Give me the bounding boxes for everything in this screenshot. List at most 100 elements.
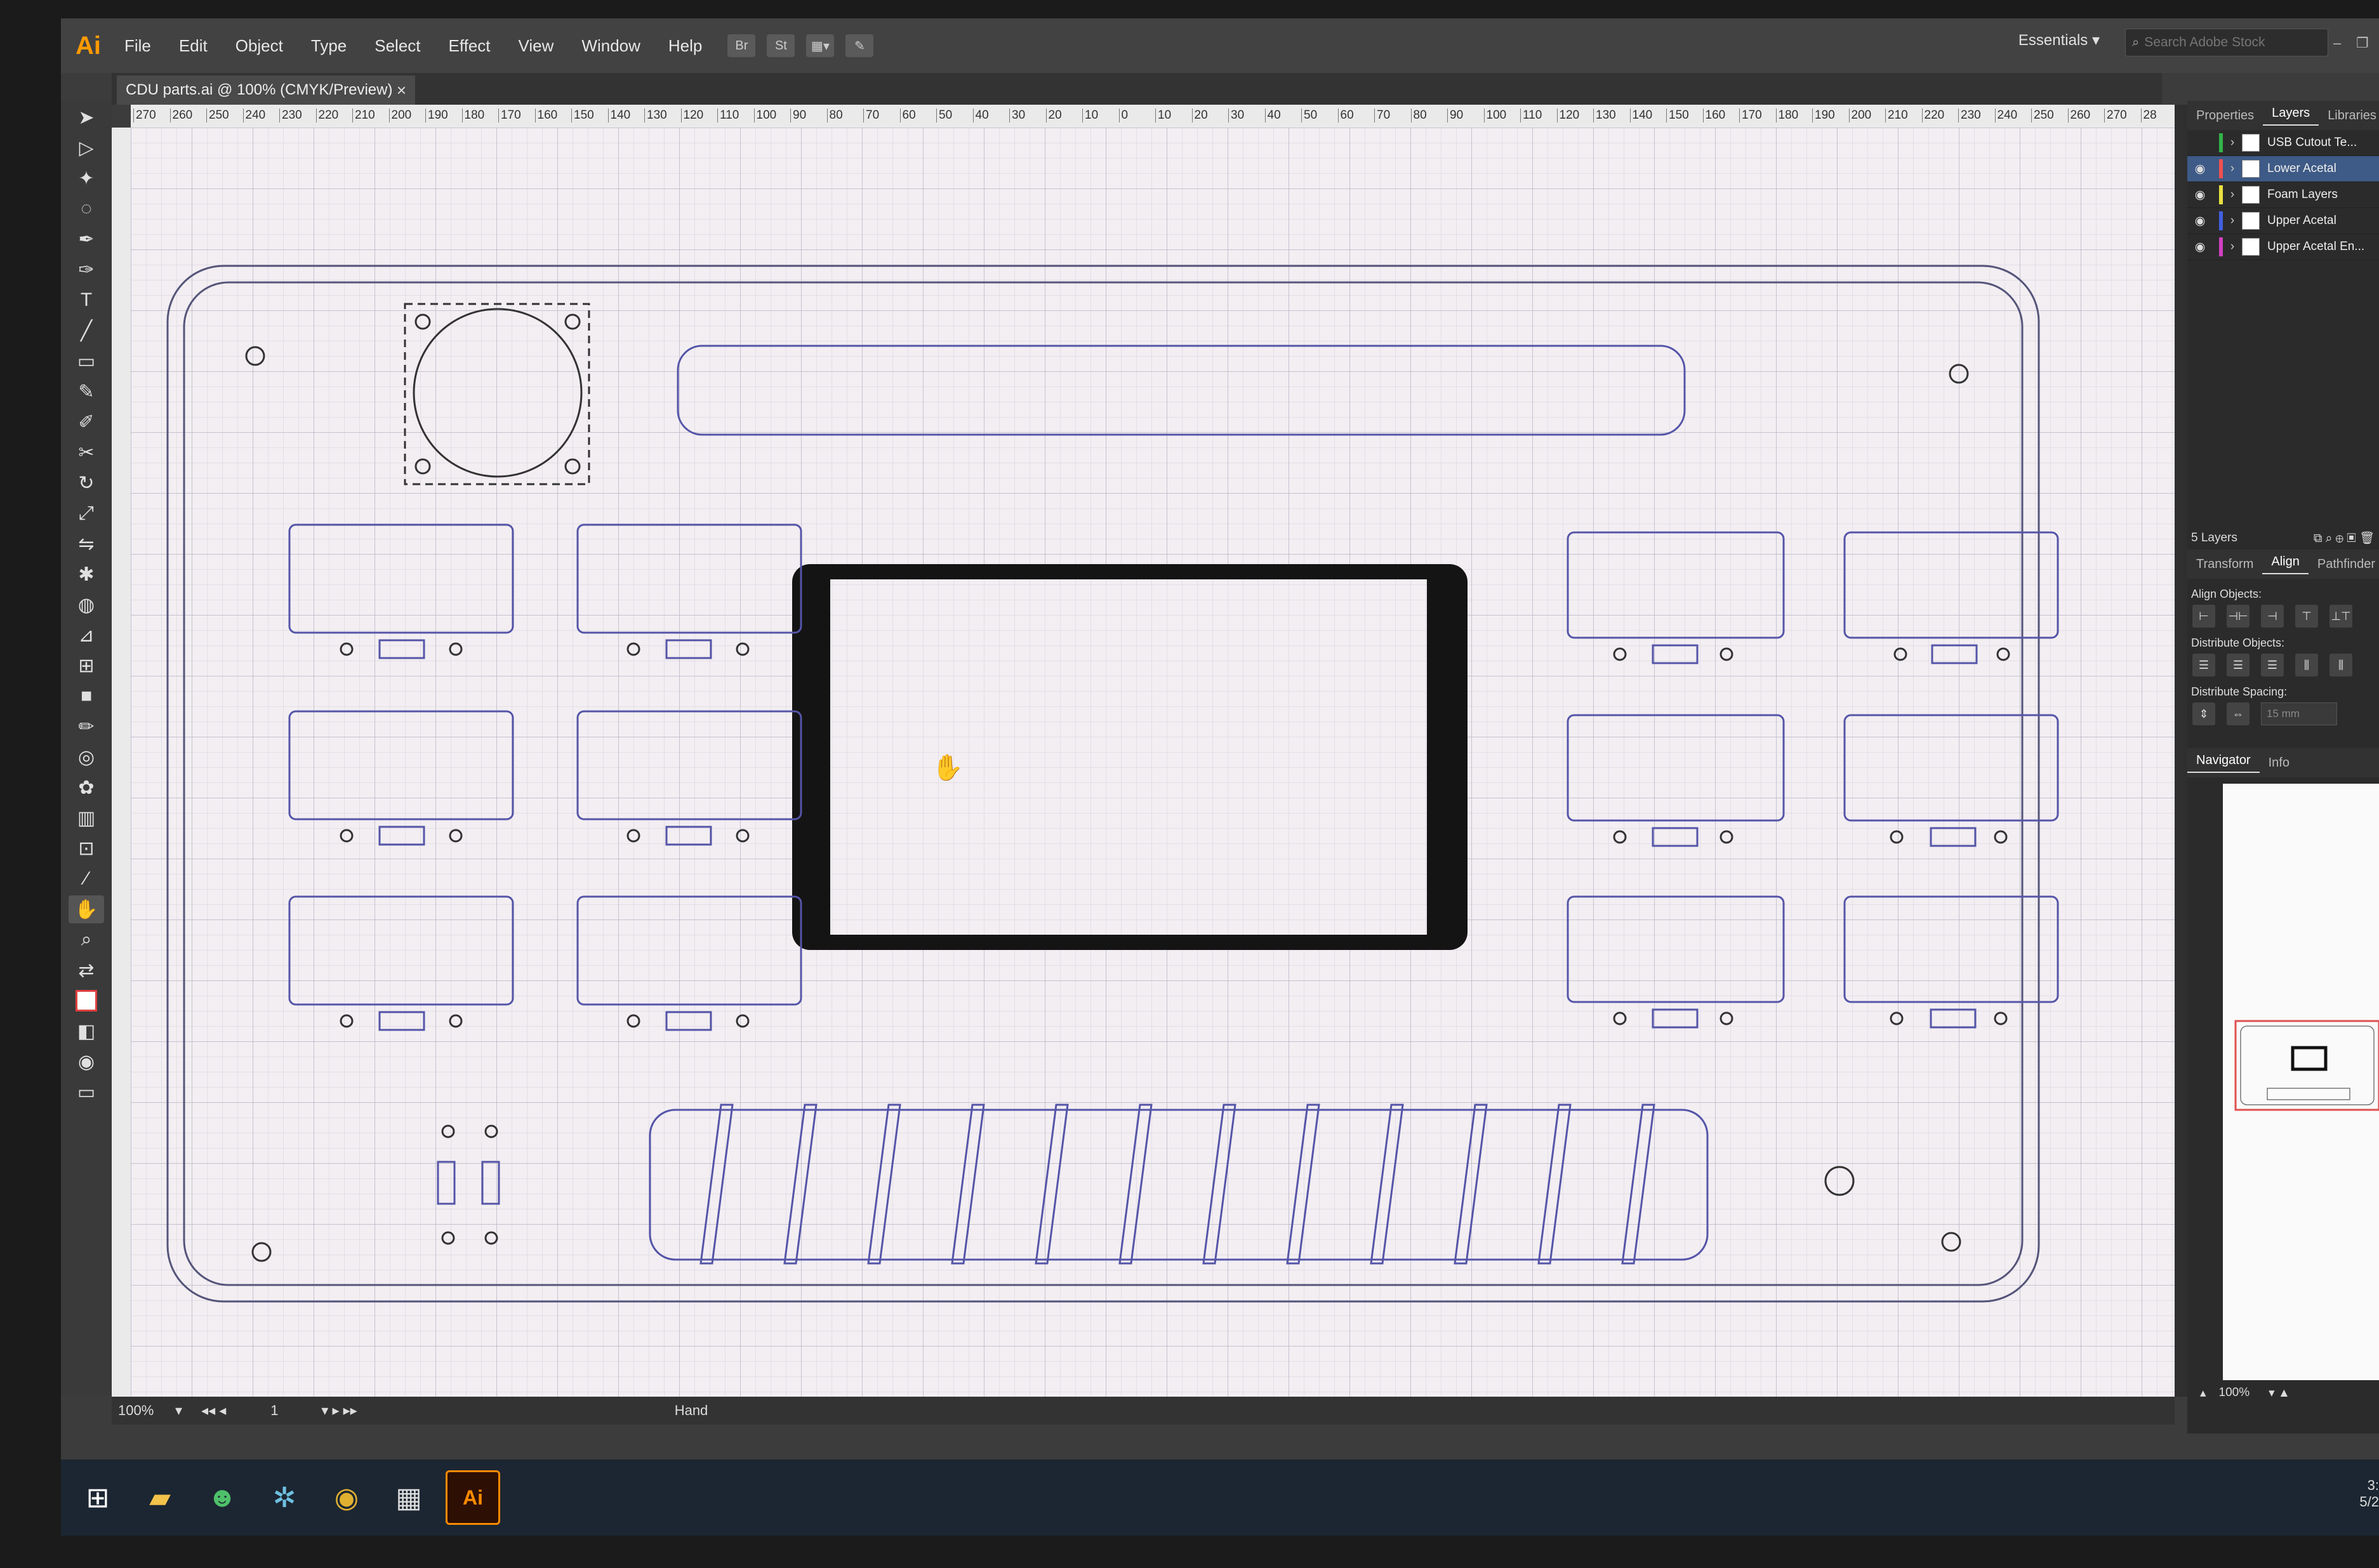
layer-row[interactable]: ◉ › Upper Acetal <box>2187 208 2379 234</box>
stock-search-input[interactable] <box>2143 34 2311 51</box>
zoom-level[interactable]: 100% <box>118 1402 175 1419</box>
eye-icon[interactable]: ◉ <box>2187 162 2213 176</box>
line-tool-icon[interactable]: ╱ <box>69 317 104 345</box>
menu-window[interactable]: Window <box>567 36 654 56</box>
stock-search-field[interactable]: ⌕ <box>2125 29 2328 56</box>
align-right-icon[interactable]: ⊣ <box>2261 605 2284 628</box>
curvature-tool-icon[interactable]: ✑ <box>69 256 104 284</box>
document-tab[interactable]: CDU parts.ai @ 100% (CMYK/Preview) × <box>117 76 415 105</box>
layer-actions-icon[interactable]: ⧉ ⌕ ⊕ ▣ 🗑 <box>2314 530 2375 546</box>
selection-tool-icon[interactable]: ➤ <box>69 103 104 131</box>
distribute-vcenter-icon[interactable]: ☰ <box>2227 654 2250 676</box>
file-explorer-icon[interactable]: ▰ <box>135 1472 185 1523</box>
app-green-icon[interactable]: ☻ <box>197 1472 248 1523</box>
next-artboard-icon[interactable]: ▾ ▸ ▸▸ <box>321 1402 357 1419</box>
mesh-tool-icon[interactable]: ⊞ <box>69 652 104 680</box>
draw-mode-icon[interactable]: ◉ <box>69 1048 104 1076</box>
shape-builder-tool-icon[interactable]: ◍ <box>69 591 104 619</box>
layer-row[interactable]: ◉ › Foam Layers <box>2187 182 2379 208</box>
menu-help[interactable]: Help <box>654 36 716 56</box>
chevron-right-icon[interactable]: › <box>2223 188 2242 202</box>
layer-row[interactable]: ◉ › Upper Acetal En... <box>2187 234 2379 260</box>
hand-tool-icon[interactable]: ✋ <box>69 895 104 923</box>
menu-effect[interactable]: Effect <box>435 36 505 56</box>
color-mode-icon[interactable]: ◧ <box>69 1017 104 1045</box>
workspace-switcher[interactable]: Essentials ▾ <box>2018 31 2100 49</box>
zoom-out-icon[interactable]: ▴ <box>2200 1386 2206 1400</box>
artboard-canvas[interactable]: ✋ <box>131 128 2175 1397</box>
minimize-icon[interactable]: – <box>2333 35 2351 51</box>
direct-selection-tool-icon[interactable]: ▷ <box>69 134 104 162</box>
stock-button[interactable]: St <box>767 34 795 57</box>
artboard-tool-icon[interactable]: ⊡ <box>69 834 104 862</box>
type-tool-icon[interactable]: T <box>69 286 104 314</box>
eye-icon[interactable]: ◉ <box>2187 188 2213 202</box>
distribute-hcenter-icon[interactable]: ⫼ <box>2329 654 2352 676</box>
windows-start-icon[interactable]: ⊞ <box>72 1472 123 1523</box>
gradient-tool-icon[interactable]: ■ <box>69 682 104 710</box>
distribute-bottom-icon[interactable]: ☰ <box>2261 654 2284 676</box>
artboard-number[interactable]: 1 <box>270 1402 321 1419</box>
align-top-icon[interactable]: ⊤ <box>2295 605 2318 628</box>
scissors-tool-icon[interactable]: ✂ <box>69 438 104 466</box>
rectangle-tool-icon[interactable]: ▭ <box>69 347 104 375</box>
chevron-right-icon[interactable]: › <box>2223 136 2242 150</box>
vertical-scrollbar[interactable] <box>2175 105 2187 1397</box>
zoom-in-icon[interactable]: ▾ ▲ <box>2269 1386 2290 1400</box>
tab-layers[interactable]: Layers <box>2263 106 2319 126</box>
magic-wand-tool-icon[interactable]: ✦ <box>69 164 104 192</box>
calculator-icon[interactable]: ▦ <box>383 1472 434 1523</box>
layer-row[interactable]: › USB Cutout Te... <box>2187 130 2379 156</box>
paintbrush-tool-icon[interactable]: ✎ <box>69 378 104 405</box>
tab-align[interactable]: Align <box>2262 555 2309 574</box>
spacing-field[interactable]: 15 mm <box>2261 702 2337 725</box>
shaper-tool-icon[interactable]: ✐ <box>69 408 104 436</box>
distribute-top-icon[interactable]: ☰ <box>2192 654 2215 676</box>
rotate-tool-icon[interactable]: ↻ <box>69 469 104 497</box>
chevron-right-icon[interactable]: › <box>2223 214 2242 228</box>
slice-tool-icon[interactable]: ⁄ <box>69 865 104 893</box>
close-tab-icon[interactable]: × <box>397 81 406 100</box>
perspective-grid-tool-icon[interactable]: ⊿ <box>69 621 104 649</box>
tab-pathfinder[interactable]: Pathfinder <box>2309 557 2379 572</box>
eye-icon[interactable]: ◉ <box>2187 240 2213 254</box>
navigator-zoom[interactable]: 100% <box>2219 1386 2250 1400</box>
eyedropper-tool-icon[interactable]: ✏ <box>69 713 104 741</box>
align-left-icon[interactable]: ⊢ <box>2192 605 2215 628</box>
align-hcenter-icon[interactable]: ⊣⊢ <box>2227 605 2250 628</box>
menu-file[interactable]: File <box>110 36 165 56</box>
app-slack-icon[interactable]: ✲ <box>259 1472 310 1523</box>
prev-artboard-icon[interactable]: ◂◂ ◂ <box>201 1402 226 1419</box>
layer-row[interactable]: ◉ › Lower Acetal <box>2187 156 2379 182</box>
tab-properties[interactable]: Properties <box>2187 109 2263 123</box>
restore-icon[interactable]: ❐ <box>2356 35 2374 51</box>
zoom-tool-icon[interactable]: ⌕ <box>69 926 104 954</box>
scale-tool-icon[interactable]: ⤢ <box>69 499 104 527</box>
symbol-sprayer-tool-icon[interactable]: ✿ <box>69 774 104 801</box>
tab-navigator[interactable]: Navigator <box>2187 753 2260 773</box>
menu-type[interactable]: Type <box>297 36 361 56</box>
fill-stroke-icon[interactable] <box>69 987 104 1015</box>
lasso-tool-icon[interactable]: ◌ <box>69 195 104 223</box>
swap-fill-stroke-icon[interactable]: ⇄ <box>69 956 104 984</box>
tab-transform[interactable]: Transform <box>2187 557 2262 572</box>
distribute-left-icon[interactable]: ⫼ <box>2295 654 2318 676</box>
illustrator-taskbar-button[interactable]: Ai <box>446 1470 500 1525</box>
width-tool-icon[interactable]: ⇋ <box>69 530 104 558</box>
chevron-right-icon[interactable]: › <box>2223 240 2242 254</box>
chrome-icon[interactable]: ◉ <box>321 1472 372 1523</box>
arrange-docs-icon[interactable]: ▦▾ <box>806 34 835 57</box>
tab-info[interactable]: Info <box>2260 756 2298 770</box>
pen-tool-icon[interactable]: ✒ <box>69 225 104 253</box>
menu-object[interactable]: Object <box>222 36 297 56</box>
blend-tool-icon[interactable]: ◎ <box>69 743 104 771</box>
navigator-preview[interactable] <box>2223 784 2379 1380</box>
gpu-performance-icon[interactable]: ✎ <box>845 34 874 57</box>
column-graph-tool-icon[interactable]: ▥ <box>69 804 104 832</box>
distribute-vspace-icon[interactable]: ⇕ <box>2192 702 2215 725</box>
eye-icon[interactable]: ◉ <box>2187 214 2213 228</box>
puppet-warp-tool-icon[interactable]: ✱ <box>69 560 104 588</box>
align-vcenter-icon[interactable]: ⊥⊤ <box>2329 605 2352 628</box>
zoom-dropdown-icon[interactable]: ▾ <box>175 1402 182 1419</box>
tab-libraries[interactable]: Libraries <box>2319 109 2379 123</box>
